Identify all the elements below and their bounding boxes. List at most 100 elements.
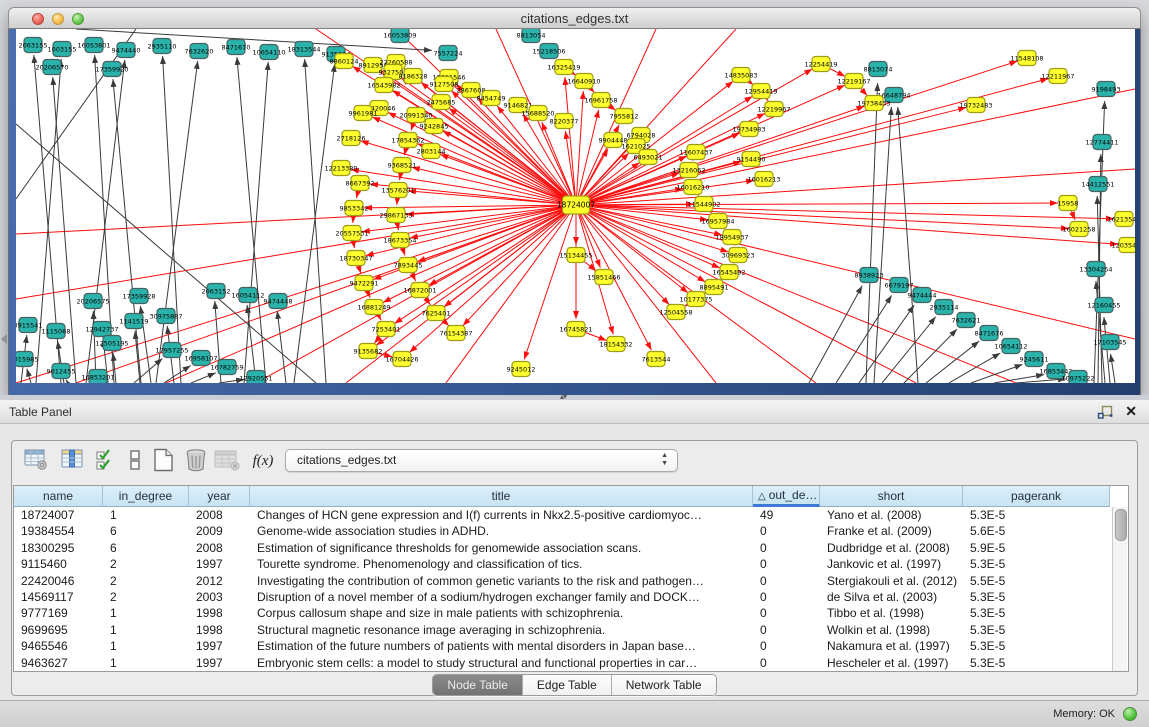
table-body[interactable]: 1872400712008Changes of HCN gene express…	[14, 507, 1110, 671]
table-row[interactable]: 969969511998Structural magnetic resonanc…	[14, 622, 1110, 638]
table-cell[interactable]: 22420046	[14, 573, 103, 589]
table-cell[interactable]: 5.3E-5	[963, 655, 1110, 671]
table-cell[interactable]: 5.3E-5	[963, 605, 1110, 621]
column-header-in-degree[interactable]: in_degree	[103, 486, 189, 507]
table-cell[interactable]: Changes of HCN gene expression and I(f) …	[250, 507, 753, 523]
table-cell[interactable]: 6	[103, 540, 189, 556]
table-cell[interactable]: 0	[753, 605, 820, 621]
select-all-icon[interactable]	[94, 448, 122, 474]
table-cell[interactable]: Hescheler et al. (1997)	[820, 655, 963, 671]
graph-edge[interactable]	[576, 205, 1069, 229]
table-cell[interactable]: Structural magnetic resonance image aver…	[250, 622, 753, 638]
graph-edge[interactable]	[882, 317, 936, 383]
table-cell[interactable]: 2003	[189, 589, 250, 605]
graph-edge[interactable]	[27, 369, 31, 383]
graph-edge[interactable]	[237, 57, 266, 383]
table-cell[interactable]: 1997	[189, 556, 250, 572]
column-visibility-icon[interactable]	[60, 448, 88, 474]
tab-edge-table[interactable]: Edge Table	[523, 675, 612, 695]
table-cell[interactable]: 1	[103, 622, 189, 638]
table-cell[interactable]: 0	[753, 540, 820, 556]
table-row[interactable]: 946362711997Embryonic stem cells: a mode…	[14, 655, 1110, 671]
table-cell[interactable]: 5.3E-5	[963, 507, 1110, 523]
graph-edge[interactable]	[156, 61, 198, 383]
column-header-title[interactable]: title	[250, 486, 753, 507]
table-cell[interactable]: 0	[753, 622, 820, 638]
divider-collapse-arrow-icon[interactable]	[1, 334, 7, 344]
table-cell[interactable]: Nakamura et al. (1997)	[820, 638, 963, 654]
table-cell[interactable]: 9463627	[14, 655, 103, 671]
table-settings-icon[interactable]	[24, 448, 52, 474]
column-header-year[interactable]: year	[189, 486, 250, 507]
table-cell[interactable]: 5.3E-5	[963, 589, 1110, 605]
table-cell[interactable]: Yano et al. (2008)	[820, 507, 963, 523]
table-cell[interactable]: 5.5E-5	[963, 573, 1110, 589]
delete-table-icon[interactable]	[183, 448, 211, 474]
table-cell[interactable]: Stergiakouli et al. (2012)	[820, 573, 963, 589]
table-cell[interactable]: 1	[103, 605, 189, 621]
citation-graph[interactable]: 2063155100315516053801947444029351107632…	[16, 29, 1135, 383]
table-cell[interactable]: 2008	[189, 540, 250, 556]
table-cell[interactable]: 2	[103, 589, 189, 605]
table-cell[interactable]: 19384554	[14, 523, 103, 539]
table-cell[interactable]: Embryonic stem cells: a model to study s…	[250, 655, 753, 671]
graph-edge[interactable]	[809, 286, 862, 383]
graph-edge[interactable]	[1111, 354, 1115, 383]
table-row[interactable]: 2242004622012Investigating the contribut…	[14, 573, 1110, 589]
table-cell[interactable]: 1	[103, 655, 189, 671]
table-cell[interactable]: 1998	[189, 622, 250, 638]
table-cell[interactable]: 9465546	[14, 638, 103, 654]
table-cell[interactable]: 5.6E-5	[963, 523, 1110, 539]
table-cell[interactable]: 5.3E-5	[963, 638, 1110, 654]
close-panel-icon[interactable]: ✕	[1125, 403, 1137, 419]
table-cell[interactable]: 2009	[189, 523, 250, 539]
table-cell[interactable]: 0	[753, 523, 820, 539]
table-cell[interactable]: 1	[103, 638, 189, 654]
table-cell[interactable]: 0	[753, 556, 820, 572]
table-cell[interactable]: Wolkin et al. (1998)	[820, 622, 963, 638]
table-row[interactable]: 911546021997Tourette syndrome. Phenomeno…	[14, 556, 1110, 572]
new-table-icon[interactable]	[151, 448, 179, 474]
table-select-dropdown[interactable]: citations_edges.txt ▲▼	[285, 449, 678, 472]
table-cell[interactable]: 0	[753, 589, 820, 605]
table-cell[interactable]: Investigating the contribution of common…	[250, 573, 753, 589]
graph-edge[interactable]	[949, 353, 1000, 383]
table-cell[interactable]: 5.3E-5	[963, 622, 1110, 638]
table-cell[interactable]: 2012	[189, 573, 250, 589]
table-cell[interactable]: 0	[753, 655, 820, 671]
table-cell[interactable]: 14569117	[14, 589, 103, 605]
graph-edge[interactable]	[277, 311, 286, 383]
table-cell[interactable]: Franke et al. (2009)	[820, 523, 963, 539]
table-cell[interactable]: Genome-wide association studies in ADHD.	[250, 523, 753, 539]
tab-network-table[interactable]: Network Table	[612, 675, 716, 695]
graph-edge[interactable]	[444, 205, 576, 307]
graph-edge[interactable]	[191, 373, 216, 383]
table-cell[interactable]: Jankovic et al. (1997)	[820, 556, 963, 572]
window-titlebar[interactable]: citations_edges.txt	[8, 7, 1141, 29]
graph-edge[interactable]	[576, 205, 916, 383]
table-cell[interactable]: Tibbo et al. (1998)	[820, 605, 963, 621]
column-header-name[interactable]: name	[14, 486, 103, 507]
table-cell[interactable]: Corpus callosum shape and size in male p…	[250, 605, 753, 621]
table-cell[interactable]: 1998	[189, 605, 250, 621]
table-row[interactable]: 946554611997Estimation of the future num…	[14, 638, 1110, 654]
table-cell[interactable]: 0	[753, 573, 820, 589]
table-cell[interactable]: 2	[103, 573, 189, 589]
float-window-icon[interactable]	[1097, 405, 1113, 419]
table-cell[interactable]: 9115460	[14, 556, 103, 572]
table-cell[interactable]: Disruption of a novel member of a sodium…	[250, 589, 753, 605]
table-cell[interactable]: 9777169	[14, 605, 103, 621]
table-cell[interactable]: 6	[103, 523, 189, 539]
network-canvas[interactable]: 2063155100315516053801947444029351107632…	[16, 29, 1135, 383]
memory-status-indicator[interactable]	[1123, 707, 1137, 721]
graph-edge[interactable]	[926, 341, 979, 383]
table-row[interactable]: 1830029562008Estimation of significance …	[14, 540, 1110, 556]
row-height-icon[interactable]	[123, 448, 151, 474]
table-cell[interactable]: 9699695	[14, 622, 103, 638]
graph-edge[interactable]	[135, 331, 140, 383]
table-cell[interactable]: 1997	[189, 655, 250, 671]
table-row[interactable]: 977716911998Corpus callosum shape and si…	[14, 605, 1110, 621]
graph-edge[interactable]	[576, 169, 1135, 205]
table-cell[interactable]: Estimation of significance thresholds fo…	[250, 540, 753, 556]
table-row[interactable]: 1456911722003Disruption of a novel membe…	[14, 589, 1110, 605]
